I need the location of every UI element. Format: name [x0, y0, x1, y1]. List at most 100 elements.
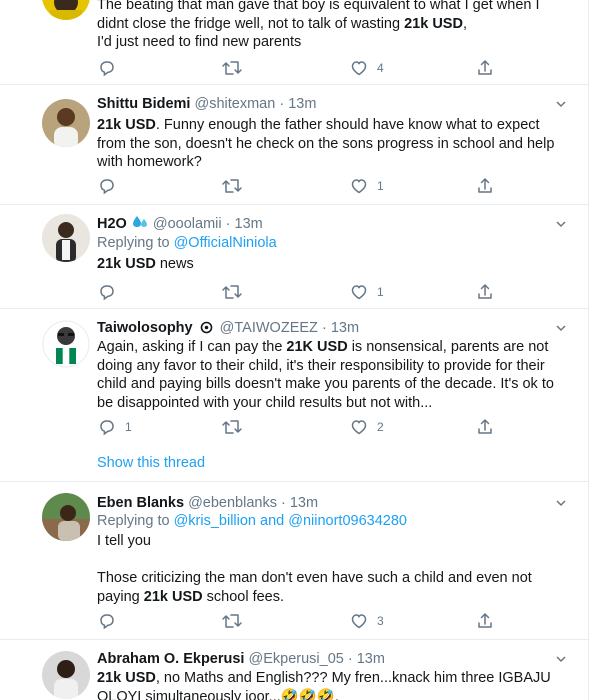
- avatar[interactable]: [42, 651, 90, 699]
- tweet[interactable]: Taiwolosophy @TAIWOZEEZ · 13m Again, ask…: [0, 318, 588, 481]
- divider: [0, 639, 588, 640]
- user-handle[interactable]: @shitexman: [194, 96, 275, 112]
- retweet-icon: [222, 285, 242, 299]
- tweet-header: Taiwolosophy @TAIWOZEEZ · 13m: [97, 320, 360, 336]
- retweet-icon: [222, 179, 242, 193]
- timestamp[interactable]: 13m: [331, 320, 359, 336]
- chevron-down-icon[interactable]: [554, 217, 568, 231]
- user-handle[interactable]: @ebenblanks: [188, 495, 277, 511]
- like-button[interactable]: 1: [349, 176, 384, 196]
- retweet-button[interactable]: [221, 282, 243, 302]
- reply-button[interactable]: [97, 611, 117, 631]
- timestamp[interactable]: 13m: [290, 495, 318, 511]
- share-button[interactable]: [475, 58, 495, 78]
- tweet-actions: 1 2: [97, 417, 517, 437]
- like-count: 3: [377, 614, 384, 628]
- display-name[interactable]: Abraham O. Ekperusi: [97, 651, 244, 667]
- share-icon: [478, 178, 492, 193]
- reply-icon: [100, 285, 114, 301]
- show-thread-link[interactable]: Show this thread: [97, 455, 205, 471]
- tweet[interactable]: The beating that man gave that boy is eq…: [0, 0, 588, 84]
- tweet[interactable]: Eben Blanks @ebenblanks · 13m Replying t…: [0, 493, 588, 639]
- heart-icon: [351, 61, 367, 76]
- avatar[interactable]: [42, 320, 90, 368]
- tweet-text: 21k USD, no Maths and English??? My fren…: [97, 669, 572, 700]
- tweet-text: The beating that man gave that boy is eq…: [97, 0, 540, 50]
- tweet-text: I tell you Those criticizing the man don…: [97, 533, 532, 605]
- retweet-icon: [222, 61, 242, 75]
- timestamp[interactable]: 13m: [357, 651, 385, 667]
- reply-button[interactable]: [97, 176, 117, 196]
- reply-button[interactable]: 1: [97, 417, 132, 437]
- emoji: 🤣🤣🤣: [280, 688, 335, 700]
- like-button[interactable]: 3: [349, 611, 384, 631]
- retweet-button[interactable]: [221, 611, 243, 631]
- mention-link[interactable]: @kris_billion: [174, 513, 256, 529]
- divider: [0, 84, 588, 85]
- tweet-actions: 1: [97, 282, 517, 302]
- user-handle[interactable]: @Ekperusi_05: [249, 651, 344, 667]
- heart-icon: [351, 179, 367, 194]
- tweet-header: Eben Blanks @ebenblanks · 13m: [97, 495, 319, 511]
- display-name[interactable]: Eben Blanks: [97, 495, 184, 511]
- like-count: 1: [377, 285, 384, 299]
- gear-badge-icon: [200, 321, 212, 334]
- like-count: 2: [377, 420, 384, 434]
- chevron-down-icon[interactable]: [554, 321, 568, 335]
- tweet-header: H2O @ooolamii · 13m: [97, 216, 263, 232]
- avatar[interactable]: [42, 493, 90, 541]
- retweet-button[interactable]: [221, 58, 243, 78]
- tweet-text: Again, asking if I can pay the 21K USD i…: [97, 339, 554, 411]
- chevron-down-icon[interactable]: [554, 97, 568, 111]
- divider: [0, 308, 588, 309]
- tweet[interactable]: Abraham O. Ekperusi @Ekperusi_05 · 13m 2…: [0, 649, 588, 700]
- share-button[interactable]: [475, 611, 495, 631]
- retweet-button[interactable]: [221, 417, 243, 437]
- heart-icon: [351, 614, 367, 629]
- share-icon: [478, 613, 492, 628]
- display-name[interactable]: H2O: [97, 216, 127, 232]
- divider: [0, 204, 588, 205]
- heart-icon: [351, 285, 367, 300]
- user-handle[interactable]: @TAIWOZEEZ: [220, 320, 318, 336]
- display-name[interactable]: Taiwolosophy: [97, 320, 193, 336]
- share-button[interactable]: [475, 176, 495, 196]
- share-icon: [478, 419, 492, 434]
- mention-link[interactable]: @OfficialNiniola: [174, 235, 277, 251]
- tweet-feed: The beating that man gave that boy is eq…: [0, 0, 589, 700]
- reply-icon: [100, 614, 114, 630]
- display-name[interactable]: Shittu Bidemi: [97, 96, 190, 112]
- tweet-actions: 3: [97, 611, 517, 631]
- chevron-down-icon[interactable]: [554, 496, 568, 510]
- timestamp[interactable]: 13m: [235, 216, 263, 232]
- divider: [0, 481, 588, 482]
- like-count: 1: [377, 179, 384, 193]
- tweet[interactable]: Shittu Bidemi @shitexman · 13m 21k USD. …: [0, 94, 588, 204]
- heart-icon: [351, 420, 367, 435]
- chevron-down-icon[interactable]: [554, 652, 568, 666]
- avatar[interactable]: [42, 99, 90, 147]
- tweet-actions: 1: [97, 176, 517, 196]
- replying-to: Replying to @OfficialNiniola: [97, 235, 277, 251]
- share-button[interactable]: [475, 282, 495, 302]
- retweet-button[interactable]: [221, 176, 243, 196]
- timestamp[interactable]: 13m: [288, 96, 316, 112]
- replying-to: Replying to @kris_billion and @niinort09…: [97, 513, 407, 529]
- tweet-header: Abraham O. Ekperusi @Ekperusi_05 · 13m: [97, 651, 385, 667]
- share-icon: [478, 60, 492, 75]
- tweet[interactable]: H2O @ooolamii · 13m Replying to @Officia…: [0, 214, 588, 308]
- retweet-icon: [222, 420, 242, 434]
- reply-icon: [100, 420, 114, 436]
- user-handle[interactable]: @ooolamii: [153, 216, 222, 232]
- like-button[interactable]: 1: [349, 282, 384, 302]
- like-button[interactable]: 4: [349, 58, 384, 78]
- tweet-text: 21k USD. Funny enough the father should …: [97, 117, 555, 170]
- reply-button[interactable]: [97, 282, 117, 302]
- reply-button[interactable]: [97, 58, 117, 78]
- mention-link[interactable]: @niinort09634280: [288, 513, 407, 529]
- share-button[interactable]: [475, 417, 495, 437]
- avatar[interactable]: [42, 0, 90, 20]
- tweet-actions: 4: [97, 58, 517, 78]
- avatar[interactable]: [42, 214, 90, 262]
- like-button[interactable]: 2: [349, 417, 384, 437]
